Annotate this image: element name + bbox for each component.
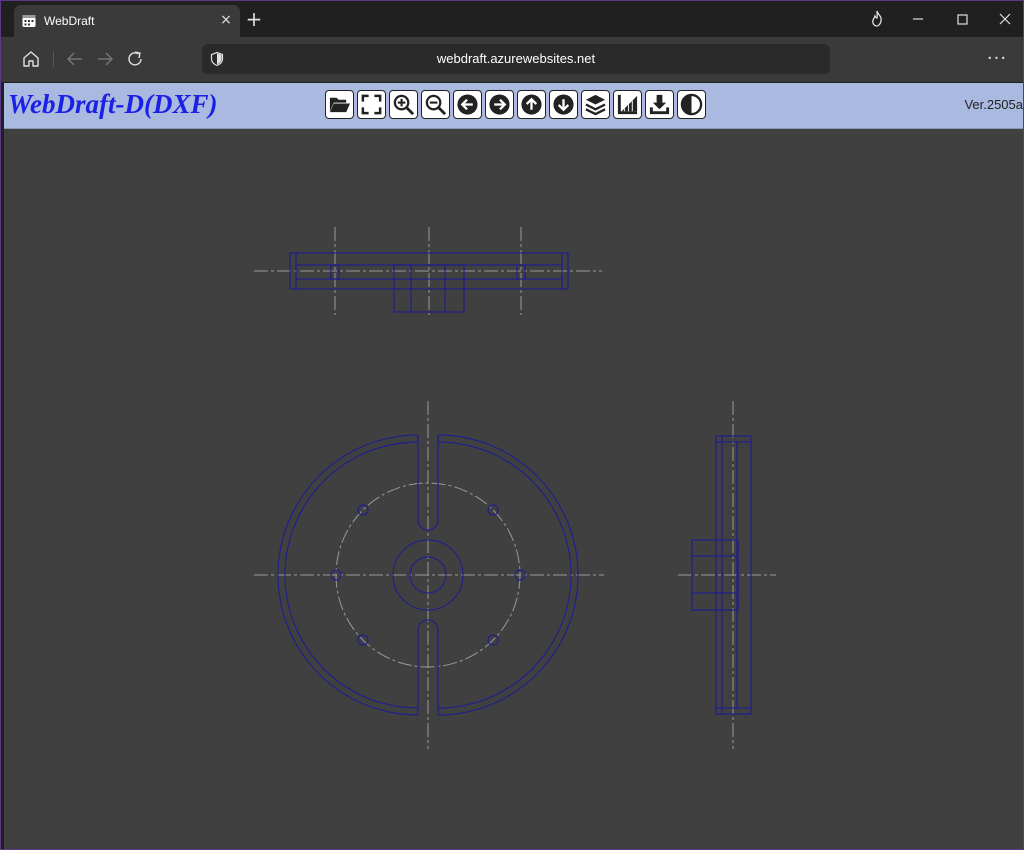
new-tab-button[interactable]: + <box>244 9 264 29</box>
version-label: Ver.2505a <box>964 97 1023 112</box>
arrow-left-icon <box>457 94 478 115</box>
measure-button[interactable] <box>613 90 642 119</box>
app-title: WebDraft-D(DXF) <box>8 89 218 119</box>
tab-title: WebDraft <box>44 14 95 28</box>
browser-tab[interactable]: WebDraft × <box>14 5 240 37</box>
arrow-down-icon <box>553 94 574 115</box>
home-icon[interactable] <box>19 47 43 71</box>
url-text: webdraft.azurewebsites.net <box>436 51 596 66</box>
app-header: WebDraft-D(DXF) Ver.2505a <box>4 83 1023 129</box>
zoom-in-button[interactable] <box>389 90 418 119</box>
browser-window: WebDraft × + webdraft.azurewebsites.net … <box>0 0 1024 850</box>
pan-down-button[interactable] <box>549 90 578 119</box>
tab-close-button[interactable]: × <box>218 12 234 28</box>
calendar-app-icon <box>22 15 36 27</box>
maximize-icon[interactable] <box>950 7 974 31</box>
zoom-in-icon <box>393 94 415 116</box>
browser-toolbar: webdraft.azurewebsites.net ··· <box>1 37 1023 82</box>
more-menu-button[interactable]: ··· <box>985 47 1009 71</box>
back-arrow-icon[interactable] <box>63 47 87 71</box>
minimize-icon[interactable] <box>906 7 930 31</box>
layers-icon <box>585 94 606 116</box>
arrow-up-icon <box>521 94 542 115</box>
open-file-button[interactable] <box>325 90 354 119</box>
pan-left-button[interactable] <box>453 90 482 119</box>
flame-icon[interactable] <box>865 7 889 31</box>
zoom-out-button[interactable] <box>421 90 450 119</box>
zoom-out-icon <box>425 94 447 116</box>
forward-arrow-icon[interactable] <box>93 47 117 71</box>
toolbar-separator <box>53 51 54 67</box>
drawing-canvas[interactable] <box>4 129 1023 849</box>
download-icon <box>649 94 670 115</box>
contrast-button[interactable] <box>677 90 706 119</box>
address-bar[interactable]: webdraft.azurewebsites.net <box>202 44 830 74</box>
ruler-icon <box>617 94 638 115</box>
reload-icon[interactable] <box>123 47 147 71</box>
download-button[interactable] <box>645 90 674 119</box>
fullscreen-icon <box>361 94 382 115</box>
close-window-icon[interactable] <box>993 7 1017 31</box>
centerlines <box>254 227 776 749</box>
layers-button[interactable] <box>581 90 610 119</box>
cad-drawing <box>254 227 776 749</box>
pan-right-button[interactable] <box>485 90 514 119</box>
arrow-right-icon <box>489 94 510 115</box>
pan-up-button[interactable] <box>517 90 546 119</box>
title-bar: WebDraft × + <box>1 1 1023 37</box>
folder-open-icon <box>329 97 351 113</box>
fit-view-button[interactable] <box>357 90 386 119</box>
contrast-icon <box>680 93 703 116</box>
